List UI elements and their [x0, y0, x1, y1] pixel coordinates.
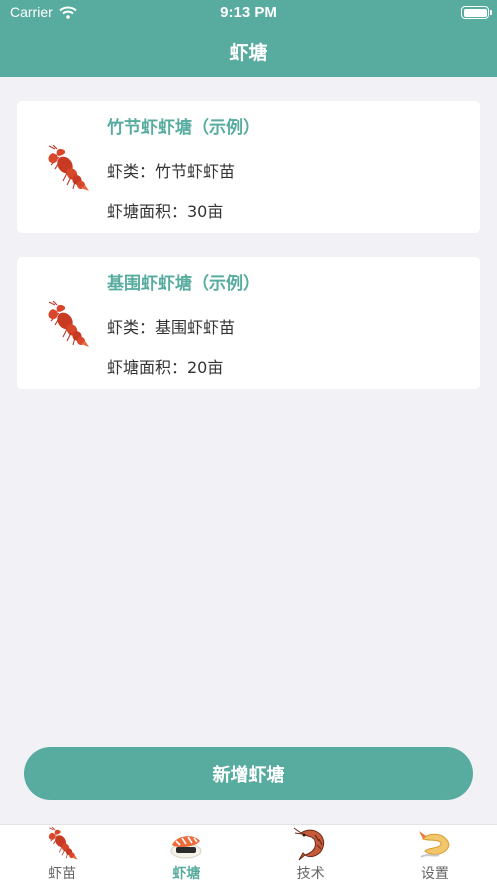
tab-bar: 虾苗 虾塘 技术 设置 — [0, 824, 497, 883]
tab-shrimp-pond[interactable]: 虾塘 — [124, 825, 248, 883]
crayfish-icon — [45, 301, 89, 349]
tab-label: 设置 — [420, 866, 449, 882]
page-title: 虾塘 — [229, 42, 268, 64]
tab-technology[interactable]: 技术 — [249, 825, 373, 883]
status-time: 9:13 PM — [220, 4, 277, 21]
lobster-icon — [44, 827, 80, 861]
add-pond-button[interactable]: 新增虾塘 — [24, 747, 473, 800]
pond-species: 虾类：基围虾虾苗 — [107, 318, 236, 337]
tab-label: 技术 — [296, 866, 325, 882]
pond-card[interactable]: 竹节虾虾塘（示例） 虾类：竹节虾虾苗 虾塘面积：30亩 — [17, 101, 480, 233]
tab-label: 虾苗 — [48, 866, 77, 882]
crayfish-icon — [45, 145, 89, 193]
tab-settings[interactable]: 设置 — [373, 825, 497, 883]
shrimp-icon — [293, 827, 329, 861]
pond-title: 基围虾虾塘（示例） — [107, 274, 260, 294]
shrimp-sushi-icon — [168, 827, 204, 861]
battery-icon — [461, 6, 492, 19]
tab-shrimp-fry[interactable]: 虾苗 — [0, 825, 124, 883]
fried-shrimp-icon — [417, 827, 453, 861]
pond-species: 虾类：竹节虾虾苗 — [107, 162, 236, 181]
tab-label: 虾塘 — [172, 866, 201, 882]
pond-title: 竹节虾虾塘（示例） — [107, 118, 260, 138]
pond-card[interactable]: 基围虾虾塘（示例） 虾类：基围虾虾苗 虾塘面积：20亩 — [17, 257, 480, 389]
status-bar: Carrier 9:13 PM — [0, 0, 497, 26]
pond-area: 虾塘面积：30亩 — [107, 202, 224, 221]
pond-area: 虾塘面积：20亩 — [107, 358, 224, 377]
nav-bar: Carrier 9:13 PM 虾塘 — [0, 0, 497, 77]
